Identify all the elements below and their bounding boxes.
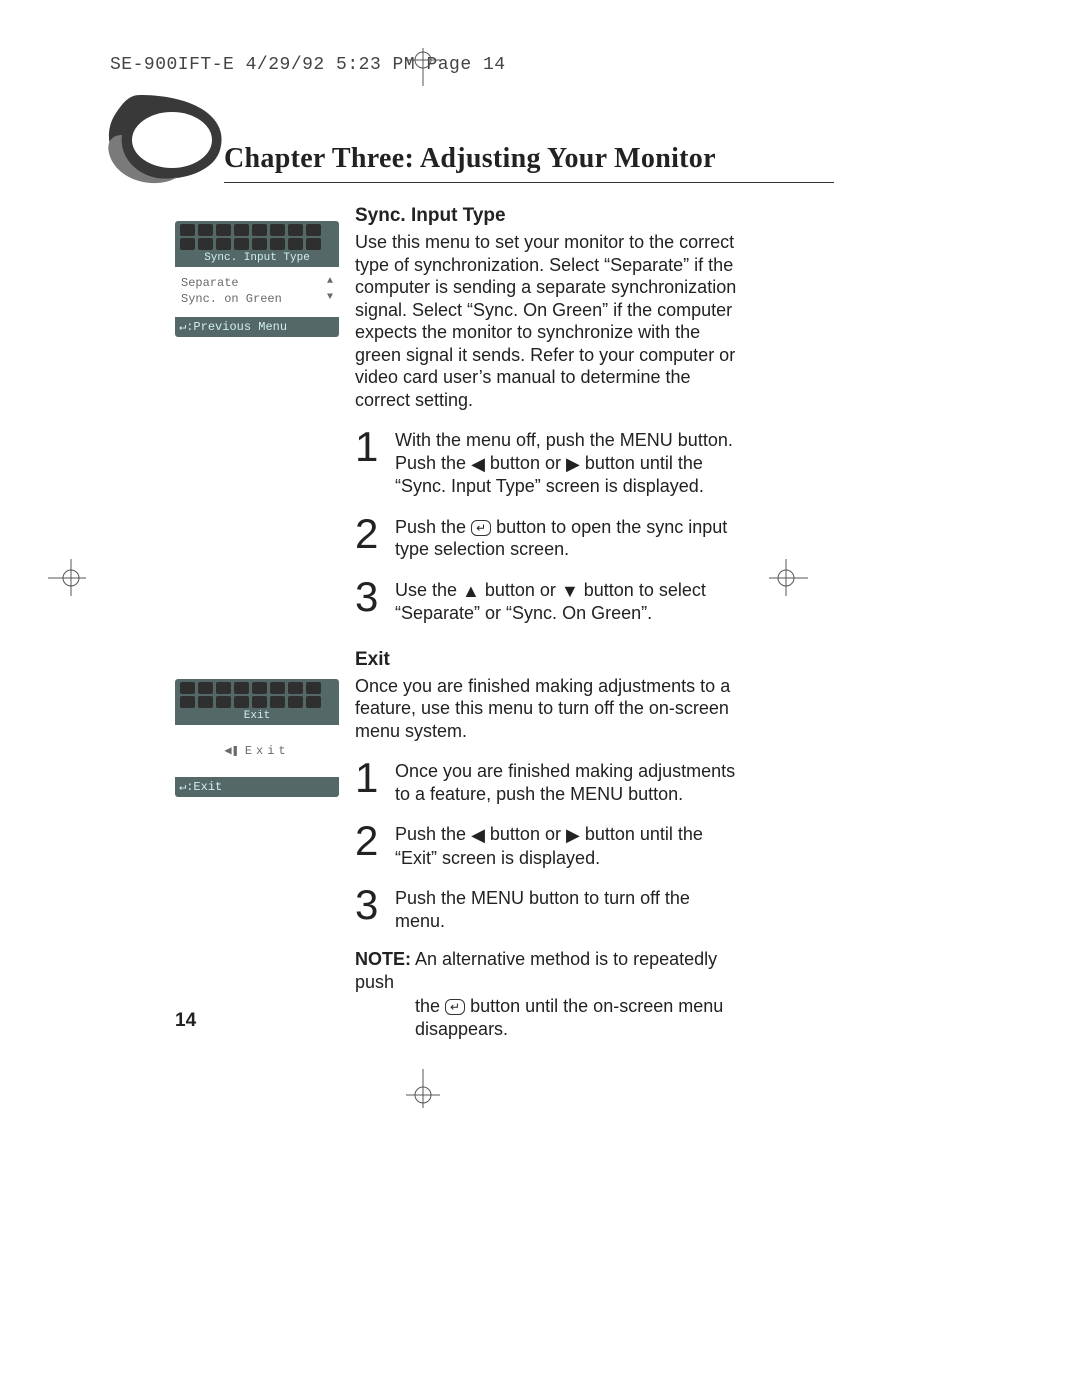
sync-heading: Sync. Input Type xyxy=(355,205,740,227)
registration-mark-right-icon xyxy=(763,555,808,600)
note-label: NOTE: xyxy=(355,949,411,969)
chapter-header: Chapter Three: Adjusting Your Monitor xyxy=(100,95,740,195)
page-content: Sync. Input Type Separate ▲ Sync. on Gre… xyxy=(175,205,740,1042)
down-triangle-icon: ▼ xyxy=(327,291,333,307)
manual-page: SE-900IFT-E 4/29/92 5:23 PM Page 14 xyxy=(0,0,1080,1397)
step-text: Push the MENU button to turn off the men… xyxy=(395,885,740,932)
osd-icon-row-icon xyxy=(179,224,335,236)
step-number: 1 xyxy=(355,427,381,498)
step-text: button or xyxy=(485,453,566,473)
sync-osd-illustration: Sync. Input Type Separate ▲ Sync. on Gre… xyxy=(175,221,339,337)
step-number: 2 xyxy=(355,514,381,561)
osd-option: Sync. on Green xyxy=(181,291,282,307)
right-triangle-icon: ▶ xyxy=(566,824,580,847)
page-number: 14 xyxy=(175,1010,196,1032)
exit-osd-illustration: Exit ◀❚Exit ↵:Exit xyxy=(175,679,339,797)
step-number: 3 xyxy=(355,885,381,932)
osd-body-label: Exit xyxy=(245,744,290,758)
sync-steps: 1 With the menu off, push the MENU butto… xyxy=(355,427,740,625)
registration-mark-bottom-icon xyxy=(400,1063,445,1108)
osd-title: Sync. Input Type xyxy=(179,252,335,266)
step-number: 2 xyxy=(355,821,381,869)
note-text: the xyxy=(415,996,445,1016)
note-line-1: NOTE: An alternative method is to repeat… xyxy=(355,948,740,995)
step-3: 3 Use the ▲ button or ▼ button to select… xyxy=(355,577,740,625)
left-triangle-icon: ◀ xyxy=(471,824,485,847)
step-text: button or xyxy=(485,824,566,844)
title-rule xyxy=(224,182,834,183)
step-number: 1 xyxy=(355,758,381,805)
exit-heading: Exit xyxy=(355,649,740,671)
step-3: 3 Push the MENU button to turn off the m… xyxy=(355,885,740,932)
step-text: Once you are finished making adjustments… xyxy=(395,758,740,805)
step-text: Use the xyxy=(395,580,462,600)
sync-paragraph: Use this menu to set your monitor to the… xyxy=(355,231,740,411)
registration-mark-top-icon xyxy=(400,48,445,93)
print-slug: SE-900IFT-E 4/29/92 5:23 PM Page 14 xyxy=(110,55,506,75)
header-graphic-icon xyxy=(100,95,230,195)
step-text: button or xyxy=(480,580,561,600)
down-triangle-icon: ▼ xyxy=(561,580,579,603)
osd-title: Exit xyxy=(179,710,335,724)
right-triangle-icon: ▶ xyxy=(566,453,580,476)
osd-footer-label: :Exit xyxy=(186,780,222,794)
osd-icon-row-icon xyxy=(179,682,335,694)
enter-button-icon: ↵ xyxy=(471,520,491,536)
step-2: 2 Push the ↵ button to open the sync inp… xyxy=(355,514,740,561)
left-triangle-icon: ◀ xyxy=(471,453,485,476)
exit-steps: 1 Once you are finished making adjustmen… xyxy=(355,758,740,932)
chapter-title: Chapter Three: Adjusting Your Monitor xyxy=(224,143,716,175)
step-text: Push the xyxy=(395,824,471,844)
osd-option: Separate xyxy=(181,275,239,291)
step-1: 1 Once you are finished making adjustmen… xyxy=(355,758,740,805)
step-text: Push the xyxy=(395,517,471,537)
osd-icon-row-icon xyxy=(179,238,335,250)
step-2: 2 Push the ◀ button or ▶ button until th… xyxy=(355,821,740,869)
step-number: 3 xyxy=(355,577,381,625)
sync-section: Sync. Input Type Separate ▲ Sync. on Gre… xyxy=(175,205,740,641)
enter-button-icon: ↵ xyxy=(445,999,465,1015)
osd-footer-label: :Previous Menu xyxy=(186,320,287,334)
up-triangle-icon: ▲ xyxy=(327,275,333,291)
up-triangle-icon: ▲ xyxy=(462,580,480,603)
osd-icon-row-icon xyxy=(179,696,335,708)
exit-section: Exit ◀❚ Exit ↵ :Exit Exit Once you are fin… xyxy=(175,649,740,1042)
registration-mark-left-icon xyxy=(48,555,93,600)
step-1: 1 With the menu off, push the MENU butto… xyxy=(355,427,740,498)
plug-icon: ◀❚ xyxy=(224,744,238,758)
note-line-2: the ↵ button until the on-screen menu di… xyxy=(355,995,740,1042)
exit-paragraph: Once you are finished making adjustments… xyxy=(355,675,740,743)
